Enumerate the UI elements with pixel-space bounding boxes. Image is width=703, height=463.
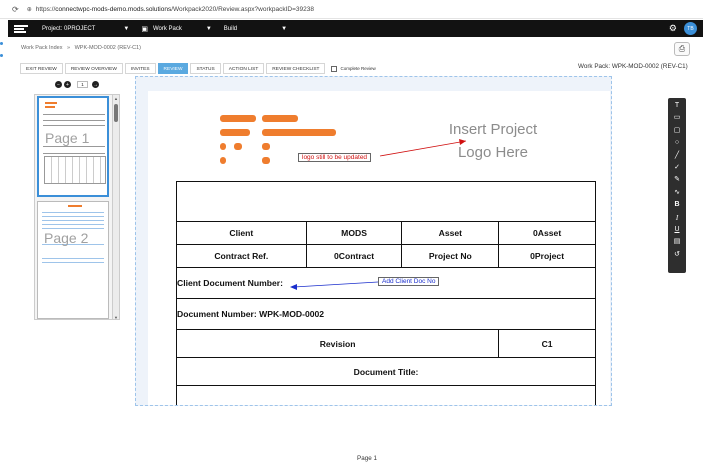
tab-review-checklist[interactable]: REVIEW CHECKLIST xyxy=(266,63,326,74)
thumbnail-scrollbar[interactable]: ▲ ▼ xyxy=(112,95,119,319)
circle-icon[interactable]: ○ xyxy=(668,137,686,149)
client-label: Client xyxy=(176,221,307,245)
thumbnail-page-1[interactable]: Page 1 xyxy=(37,96,109,197)
avatar[interactable]: TB xyxy=(684,22,697,35)
project-selector[interactable]: Project: 0PROJECT ▼ xyxy=(42,26,129,32)
tab-review-overview[interactable]: REVIEW OVERVIEW xyxy=(64,63,123,74)
tab-status[interactable]: STATUS xyxy=(190,63,221,74)
page-number-input[interactable]: 1 xyxy=(77,81,88,88)
next-page-icon[interactable]: → xyxy=(92,81,99,88)
chevron-down-icon: ▼ xyxy=(205,25,212,32)
breadcrumb-current: WPK-MOD-0002 (REV-C1) xyxy=(74,45,141,51)
page-info-icon[interactable]: ⊕ xyxy=(27,6,32,13)
stamp-icon[interactable]: ▤ xyxy=(668,236,686,248)
url-text[interactable]: https://connectwpc-mods-demo.mods.soluti… xyxy=(36,6,314,13)
line-icon[interactable]: ╱ xyxy=(668,150,686,162)
italic-icon[interactable]: I xyxy=(668,212,686,224)
bold-icon[interactable]: B xyxy=(668,199,686,211)
document-page: Insert Project Logo Here logo still to b… xyxy=(148,91,610,405)
scroll-handle[interactable] xyxy=(114,104,118,122)
workpack-icon: ▣ xyxy=(141,25,148,33)
document-header-table: Client MODS Asset 0Asset Contract Ref. 0… xyxy=(175,181,596,405)
revision-value: C1 xyxy=(498,329,596,358)
contract-value: 0Contract xyxy=(305,244,403,268)
thumbnail-page-2[interactable]: Page 2 xyxy=(37,201,109,319)
edit-icon[interactable]: ✎ xyxy=(668,174,686,186)
edge-indicator xyxy=(0,54,3,57)
breadcrumb: Work Pack Index » WPK-MOD-0002 (REV-C1) xyxy=(21,45,141,51)
thumbnail-controls: − + 1 → xyxy=(55,81,101,88)
complete-review-checkbox[interactable] xyxy=(331,65,338,72)
zoom-in-icon[interactable]: + xyxy=(64,81,71,88)
annotation-toolbar: T ▭ ▢ ○ ╱ ✓ ✎ ∿ B I U ▤ ↺ xyxy=(668,98,686,273)
complete-review-label: Complete Review xyxy=(340,66,376,71)
project-selector-label: Project: 0PROJECT xyxy=(42,25,96,32)
table-blank-row xyxy=(176,181,596,222)
gear-icon[interactable]: ⚙ xyxy=(669,23,677,34)
freehand-icon[interactable]: ∿ xyxy=(668,187,686,199)
scroll-down-icon[interactable]: ▼ xyxy=(114,315,118,319)
thumbnail-page-2-label: Page 2 xyxy=(44,230,89,246)
text-tool-icon[interactable]: T xyxy=(668,100,686,112)
tab-review[interactable]: REVIEW xyxy=(157,63,189,74)
workpack-title: Work Pack: WPK-MOD-0002 (REV-C1) xyxy=(578,63,688,70)
breadcrumb-separator: » xyxy=(67,45,71,51)
tab-invites[interactable]: INVITES xyxy=(124,63,156,74)
thumbnail-page-1-label: Page 1 xyxy=(45,130,90,146)
check-icon[interactable]: ✓ xyxy=(668,162,686,174)
undo-icon[interactable]: ↺ xyxy=(668,249,686,261)
rectangle-icon[interactable]: ▢ xyxy=(668,125,686,137)
page-footer-label: Page 1 xyxy=(357,455,377,462)
build-selector[interactable]: Build ▼ xyxy=(224,26,287,32)
workpack-selector[interactable]: ▣ Work Pack ▼ xyxy=(141,25,211,33)
app-logo-icon[interactable] xyxy=(14,24,28,33)
edge-indicator xyxy=(0,42,3,45)
chevron-down-icon: ▼ xyxy=(123,25,130,32)
reload-icon[interactable]: ⟳ xyxy=(12,5,19,14)
tab-action-list[interactable]: ACTION LIST xyxy=(222,63,265,74)
scroll-up-icon[interactable]: ▲ xyxy=(114,96,118,101)
asset-value: 0Asset xyxy=(498,221,596,245)
build-selector-label: Build xyxy=(223,25,238,32)
document-title-label: Document Title: xyxy=(176,357,596,386)
client-value: MODS xyxy=(305,221,403,245)
document-number: Document Number: WPK-MOD-0002 xyxy=(176,298,596,330)
contract-label: Contract Ref. xyxy=(176,244,307,268)
top-navigation-bar: Project: 0PROJECT ▼ ▣ Work Pack ▼ Build … xyxy=(8,20,703,37)
revision-label: Revision xyxy=(175,329,500,358)
zoom-out-icon[interactable]: − xyxy=(55,81,62,88)
browser-address-bar[interactable]: ⟳ ⊕ https://connectwpc-mods-demo.mods.so… xyxy=(0,0,703,19)
document-viewer[interactable]: Insert Project Logo Here logo still to b… xyxy=(135,76,612,406)
thumbnail-panel[interactable]: Page 1 Page 2 ▲ ▼ xyxy=(34,94,120,320)
client-document-number-label: Client Document Number: xyxy=(176,267,596,299)
tab-exit-review[interactable]: EXIT REVIEW xyxy=(20,63,63,74)
complete-review-toggle[interactable]: Complete Review xyxy=(331,65,376,72)
breadcrumb-root-link[interactable]: Work Pack Index xyxy=(21,45,62,51)
document-title-value xyxy=(176,385,596,405)
chevron-down-icon: ▼ xyxy=(281,25,288,32)
asset-label: Asset xyxy=(401,221,500,245)
project-no-value: 0Project xyxy=(498,244,596,268)
underline-icon[interactable]: U xyxy=(668,224,686,236)
review-tabs: EXIT REVIEW REVIEW OVERVIEW INVITES REVI… xyxy=(20,63,376,74)
print-button[interactable]: ⎙ xyxy=(674,42,690,56)
comment-icon[interactable]: ▭ xyxy=(668,112,686,124)
project-no-label: Project No xyxy=(401,244,500,268)
printer-icon: ⎙ xyxy=(678,44,686,53)
workpack-selector-label: Work Pack xyxy=(152,25,182,32)
